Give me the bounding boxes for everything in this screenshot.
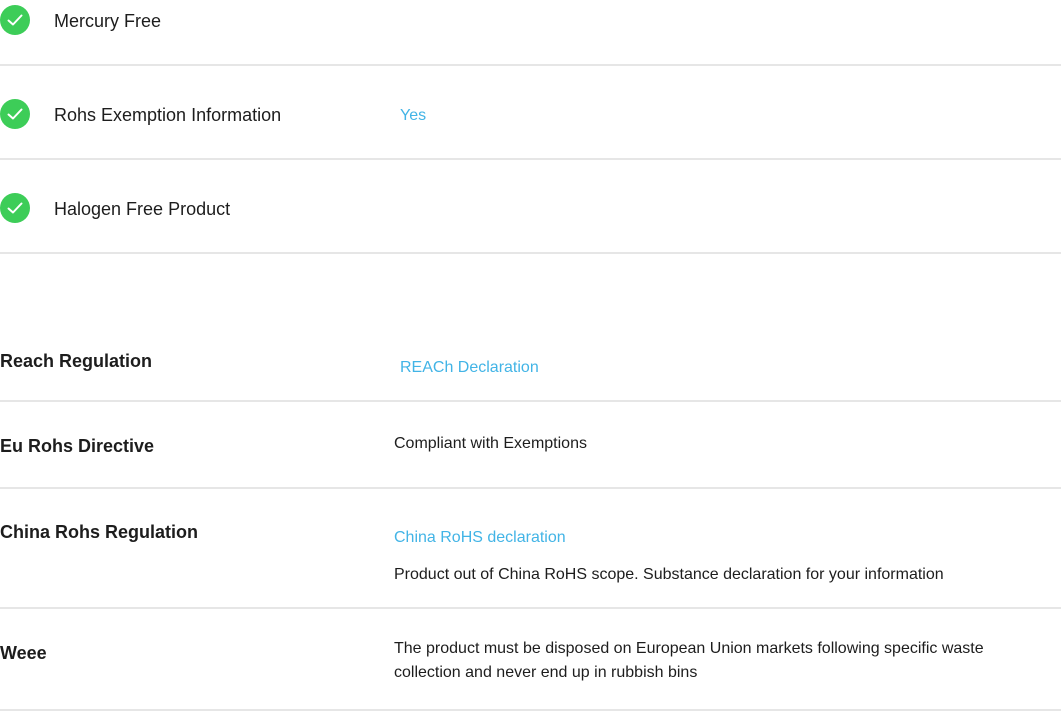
china-rohs-note: Product out of China RoHS scope. Substan…: [394, 566, 944, 583]
eu-rohs-directive-label: Eu Rohs Directive: [0, 436, 155, 456]
check-circle-icon: [0, 99, 30, 129]
weee-label: Weee: [0, 643, 47, 663]
check-circle-icon: [0, 5, 30, 35]
check-circle-icon: [0, 193, 30, 223]
check-row-halogen-free: Halogen Free Product: [0, 188, 1061, 254]
reach-regulation-label: Reach Regulation: [0, 351, 153, 371]
check-label: Mercury Free: [54, 11, 162, 31]
eu-rohs-value: Compliant with Exemptions: [394, 435, 587, 452]
reach-declaration-link[interactable]: REACh Declaration: [400, 358, 539, 378]
check-row-rohs-exemption: Rohs Exemption Information Yes: [0, 94, 1061, 160]
china-rohs-regulation-label: China Rohs Regulation: [0, 522, 198, 542]
weee-value: The product must be disposed on European…: [394, 640, 984, 681]
check-label: Halogen Free Product: [54, 199, 231, 219]
env-row-reach: Reach Regulation REACh Declaration: [0, 330, 1061, 402]
china-rohs-declaration-link[interactable]: China RoHS declaration: [394, 528, 566, 548]
env-row-weee: Weee The product must be disposed on Eur…: [0, 609, 1061, 711]
check-row-mercury-free: Mercury Free: [0, 0, 1061, 66]
rohs-exemption-value: Yes: [400, 107, 427, 124]
env-row-china-rohs: China Rohs Regulation China RoHS declara…: [0, 489, 1061, 609]
env-row-eu-rohs: Eu Rohs Directive Compliant with Exempti…: [0, 402, 1061, 489]
check-label: Rohs Exemption Information: [54, 105, 282, 125]
